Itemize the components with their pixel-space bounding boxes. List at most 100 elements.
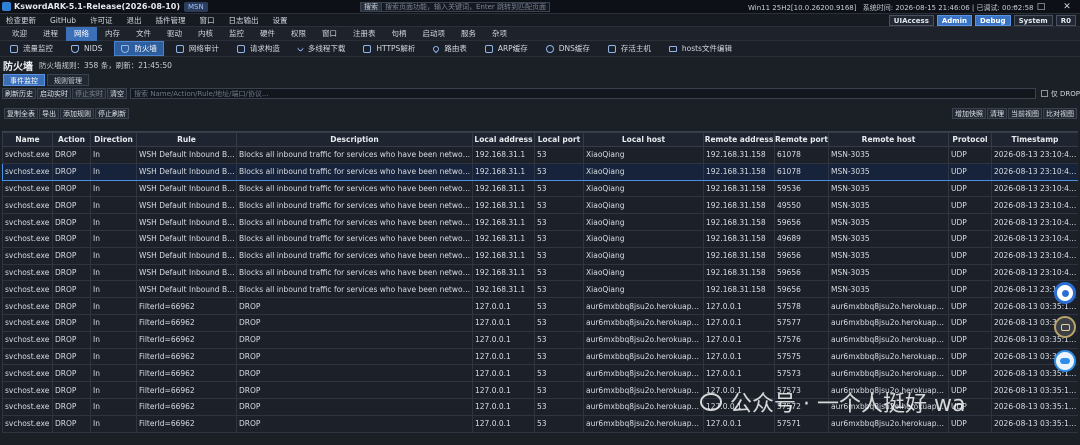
col-name[interactable]: Name xyxy=(2,132,53,147)
table-row[interactable]: svchost.exe DROP In FilterId=66962 DROP 127.0… xyxy=(2,414,1078,433)
tab-nids[interactable]: NIDS xyxy=(65,41,108,56)
assistant-icon[interactable] xyxy=(1054,282,1076,304)
badge-uiaccess[interactable]: UIAccess xyxy=(888,15,934,26)
badge-admin[interactable]: Admin xyxy=(936,15,972,26)
tab-https-parse[interactable]: HTTPS解析 xyxy=(357,41,421,56)
menu-github[interactable]: GitHub xyxy=(50,16,76,25)
tab-traffic-monitor[interactable]: 流量监控 xyxy=(4,41,59,56)
table-row[interactable]: svchost.exe DROP In WSH Default Inbound Blo… xyxy=(2,179,1078,198)
cell-rule: WSH Default Inbound Block xyxy=(136,162,237,181)
only-drop-checkbox[interactable]: 仅 DROP xyxy=(1040,89,1080,99)
cell-description: Blocks all inbound traffic for services … xyxy=(236,146,473,164)
cloud-icon[interactable] xyxy=(1054,350,1076,372)
cell-description: Blocks all inbound traffic for services … xyxy=(236,196,473,215)
menu-check-update[interactable]: 检查更新 xyxy=(6,15,36,26)
search-scope-dropdown[interactable]: 搜索 xyxy=(360,2,382,12)
col-protocol[interactable]: Protocol xyxy=(948,132,992,147)
menu-window[interactable]: 窗口 xyxy=(200,15,215,26)
stop-realtime-button[interactable]: 停止实时 xyxy=(72,88,106,99)
search-input[interactable]: 搜索页面功能，输入关键词，Enter 跳转到匹配页面 xyxy=(382,2,550,12)
col-remote-address[interactable]: Remote address xyxy=(703,132,775,147)
table-row[interactable]: svchost.exe DROP In WSH Default Inbound Blo… xyxy=(2,146,1078,164)
col-local-address[interactable]: Local address xyxy=(472,132,535,147)
add-snapshot-button[interactable]: 增加快照 xyxy=(952,108,986,119)
tab-multi-download[interactable]: 多线程下载 xyxy=(292,41,352,56)
tab-hosts-editor[interactable]: hosts文件编辑 xyxy=(663,41,738,56)
tab-permission[interactable]: 权限 xyxy=(283,27,314,41)
tab-file[interactable]: 文件 xyxy=(128,27,159,41)
tab-handle[interactable]: 句柄 xyxy=(384,27,415,41)
col-local-port[interactable]: Local port xyxy=(534,132,584,147)
table-row[interactable]: svchost.exe DROP In WSH Default Inbound Blo… xyxy=(2,280,1078,299)
refresh-history-button[interactable]: 刷新历史 xyxy=(2,88,36,99)
clear-button[interactable]: 清空 xyxy=(107,88,127,99)
table-row[interactable]: svchost.exe DROP In WSH Default Inbound Blo… xyxy=(2,162,1078,181)
compare-view-button[interactable]: 比对视图 xyxy=(1043,108,1077,119)
tab-driver[interactable]: 驱动 xyxy=(159,27,190,41)
robot-icon[interactable] xyxy=(1054,316,1076,338)
col-direction[interactable]: Direction xyxy=(90,132,137,147)
tab-welcome[interactable]: 欢迎 xyxy=(4,27,35,41)
stop-refresh-button[interactable]: 停止刷新 xyxy=(95,108,129,119)
minimize-icon[interactable]: – xyxy=(1002,0,1028,14)
start-realtime-button[interactable]: 启动实时 xyxy=(37,88,71,99)
table-row[interactable]: svchost.exe DROP In WSH Default Inbound Blo… xyxy=(2,213,1078,231)
table-row[interactable]: svchost.exe DROP In FilterId=66962 DROP 127.0… xyxy=(2,381,1078,399)
event-filter-input[interactable]: 搜索 Name/Action/Rule/地址/端口/协议... xyxy=(130,88,1036,99)
tab-kernel[interactable]: 内核 xyxy=(190,27,221,41)
menu-plugins[interactable]: 插件管理 xyxy=(156,15,186,26)
table-row[interactable]: svchost.exe DROP In FilterId=66962 DROP 127.0… xyxy=(2,364,1078,383)
add-rule-button[interactable]: 添加规则 xyxy=(60,108,94,119)
cleanup-button[interactable]: 清理 xyxy=(987,108,1007,119)
table-row[interactable]: svchost.exe DROP In WSH Default Inbound Blo… xyxy=(2,229,1078,248)
tab-route-table[interactable]: 路由表 xyxy=(427,41,473,56)
table-row[interactable]: svchost.exe DROP In WSH Default Inbound Blo… xyxy=(2,196,1078,215)
maximize-icon[interactable]: □ xyxy=(1028,0,1054,14)
table-row[interactable]: svchost.exe DROP In FilterId=66962 DROP 127.0… xyxy=(2,313,1078,332)
badge-system[interactable]: System xyxy=(1013,15,1053,26)
tab-registry[interactable]: 注册表 xyxy=(345,27,384,41)
cell-description: Blocks all inbound traffic for services … xyxy=(236,162,473,181)
col-local-host[interactable]: Local host xyxy=(583,132,704,147)
table-row[interactable]: svchost.exe DROP In WSH Default Inbound Blo… xyxy=(2,246,1078,265)
menu-log-output[interactable]: 日志输出 xyxy=(229,15,259,26)
col-rule[interactable]: Rule xyxy=(136,132,237,147)
menu-settings[interactable]: 设置 xyxy=(273,15,288,26)
tab-monitor[interactable]: 监控 xyxy=(221,27,252,41)
menu-exit[interactable]: 退出 xyxy=(127,15,142,26)
table-row[interactable]: svchost.exe DROP In FilterId=66962 DROP 127.0… xyxy=(2,347,1078,366)
menu-license[interactable]: 许可证 xyxy=(90,15,113,26)
table-row[interactable]: svchost.exe DROP In FilterId=66962 DROP 127.0… xyxy=(2,330,1078,349)
current-view-button[interactable]: 当前视图 xyxy=(1008,108,1042,119)
tab-process[interactable]: 进程 xyxy=(35,27,66,41)
tab-hardware[interactable]: 硬件 xyxy=(252,27,283,41)
tab-request-builder[interactable]: 请求构造 xyxy=(231,41,286,56)
tab-network-audit[interactable]: 网络审计 xyxy=(170,41,225,56)
tab-network[interactable]: 网络 xyxy=(66,26,97,41)
table-row[interactable]: svchost.exe DROP In WSH Default Inbound Blo… xyxy=(2,263,1078,282)
badge-debug[interactable]: Debug xyxy=(974,15,1011,26)
tab-dns-cache[interactable]: DNS缓存 xyxy=(540,41,596,56)
copy-table-button[interactable]: 复制全表 xyxy=(4,108,38,119)
table-row[interactable]: svchost.exe DROP In FilterId=66962 DROP 127.0… xyxy=(2,397,1078,416)
tab-event-monitor[interactable]: 事件监控 xyxy=(3,73,45,86)
tab-memory[interactable]: 内存 xyxy=(97,27,128,41)
tab-firewall[interactable]: 防火墙 xyxy=(114,41,164,56)
tab-window[interactable]: 窗口 xyxy=(314,27,345,41)
close-icon[interactable]: ✕ xyxy=(1054,0,1080,14)
tab-service[interactable]: 服务 xyxy=(453,27,484,41)
tab-rule-management[interactable]: 规则管理 xyxy=(47,73,89,86)
export-button[interactable]: 导出 xyxy=(39,108,59,119)
cell-local-port: 53 xyxy=(534,381,584,399)
col-description[interactable]: Description xyxy=(236,132,473,147)
table-row[interactable]: svchost.exe DROP In FilterId=66962 DROP 127.0… xyxy=(2,297,1078,315)
tab-arp-cache[interactable]: ARP缓存 xyxy=(479,41,534,56)
col-remote-port[interactable]: Remote port xyxy=(774,132,829,147)
col-timestamp[interactable]: Timestamp xyxy=(991,132,1078,147)
col-action[interactable]: Action xyxy=(52,132,91,147)
tab-live-hosts[interactable]: 存活主机 xyxy=(602,41,657,56)
badge-r0[interactable]: R0 xyxy=(1055,15,1076,26)
tab-startup[interactable]: 启动项 xyxy=(415,27,454,41)
tab-misc[interactable]: 杂项 xyxy=(484,27,515,41)
col-remote-host[interactable]: Remote host xyxy=(828,132,949,147)
